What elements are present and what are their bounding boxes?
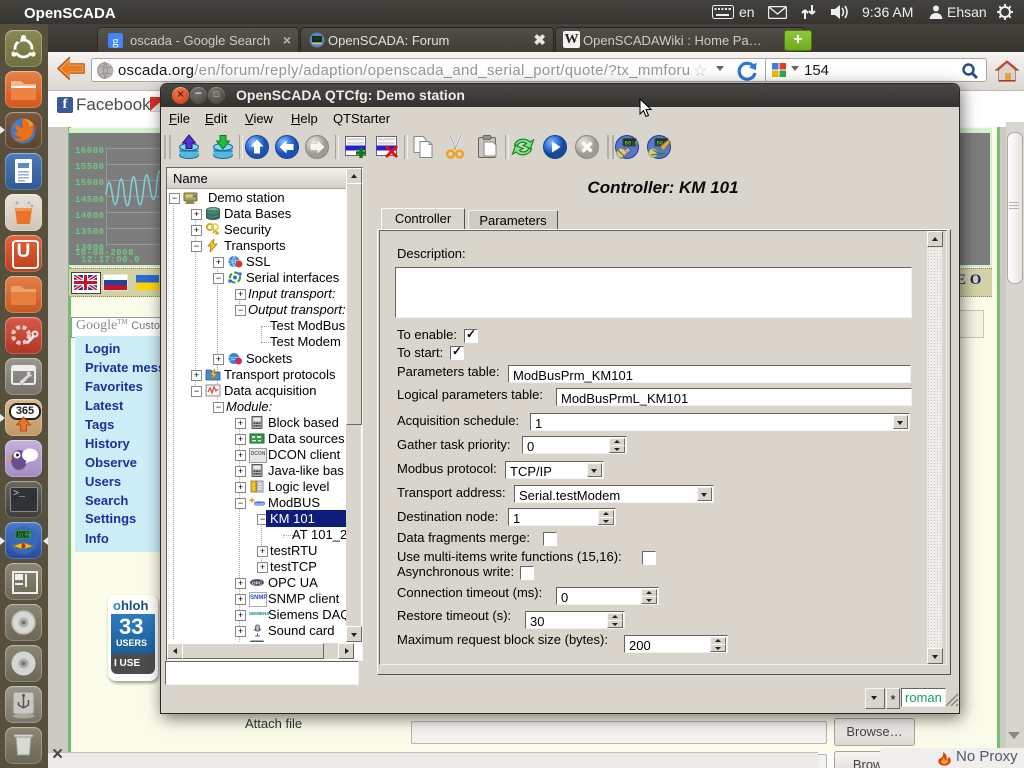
svg-text:10:05: 10:05 xyxy=(18,533,31,539)
svg-text:ModBus: ModBus xyxy=(255,502,265,506)
svg-text:OPC: OPC xyxy=(252,580,263,585)
svg-text:88:8: 88:8 xyxy=(625,140,638,147)
svg-text:12:17:00.0: 12:17:00.0 xyxy=(81,255,140,265)
